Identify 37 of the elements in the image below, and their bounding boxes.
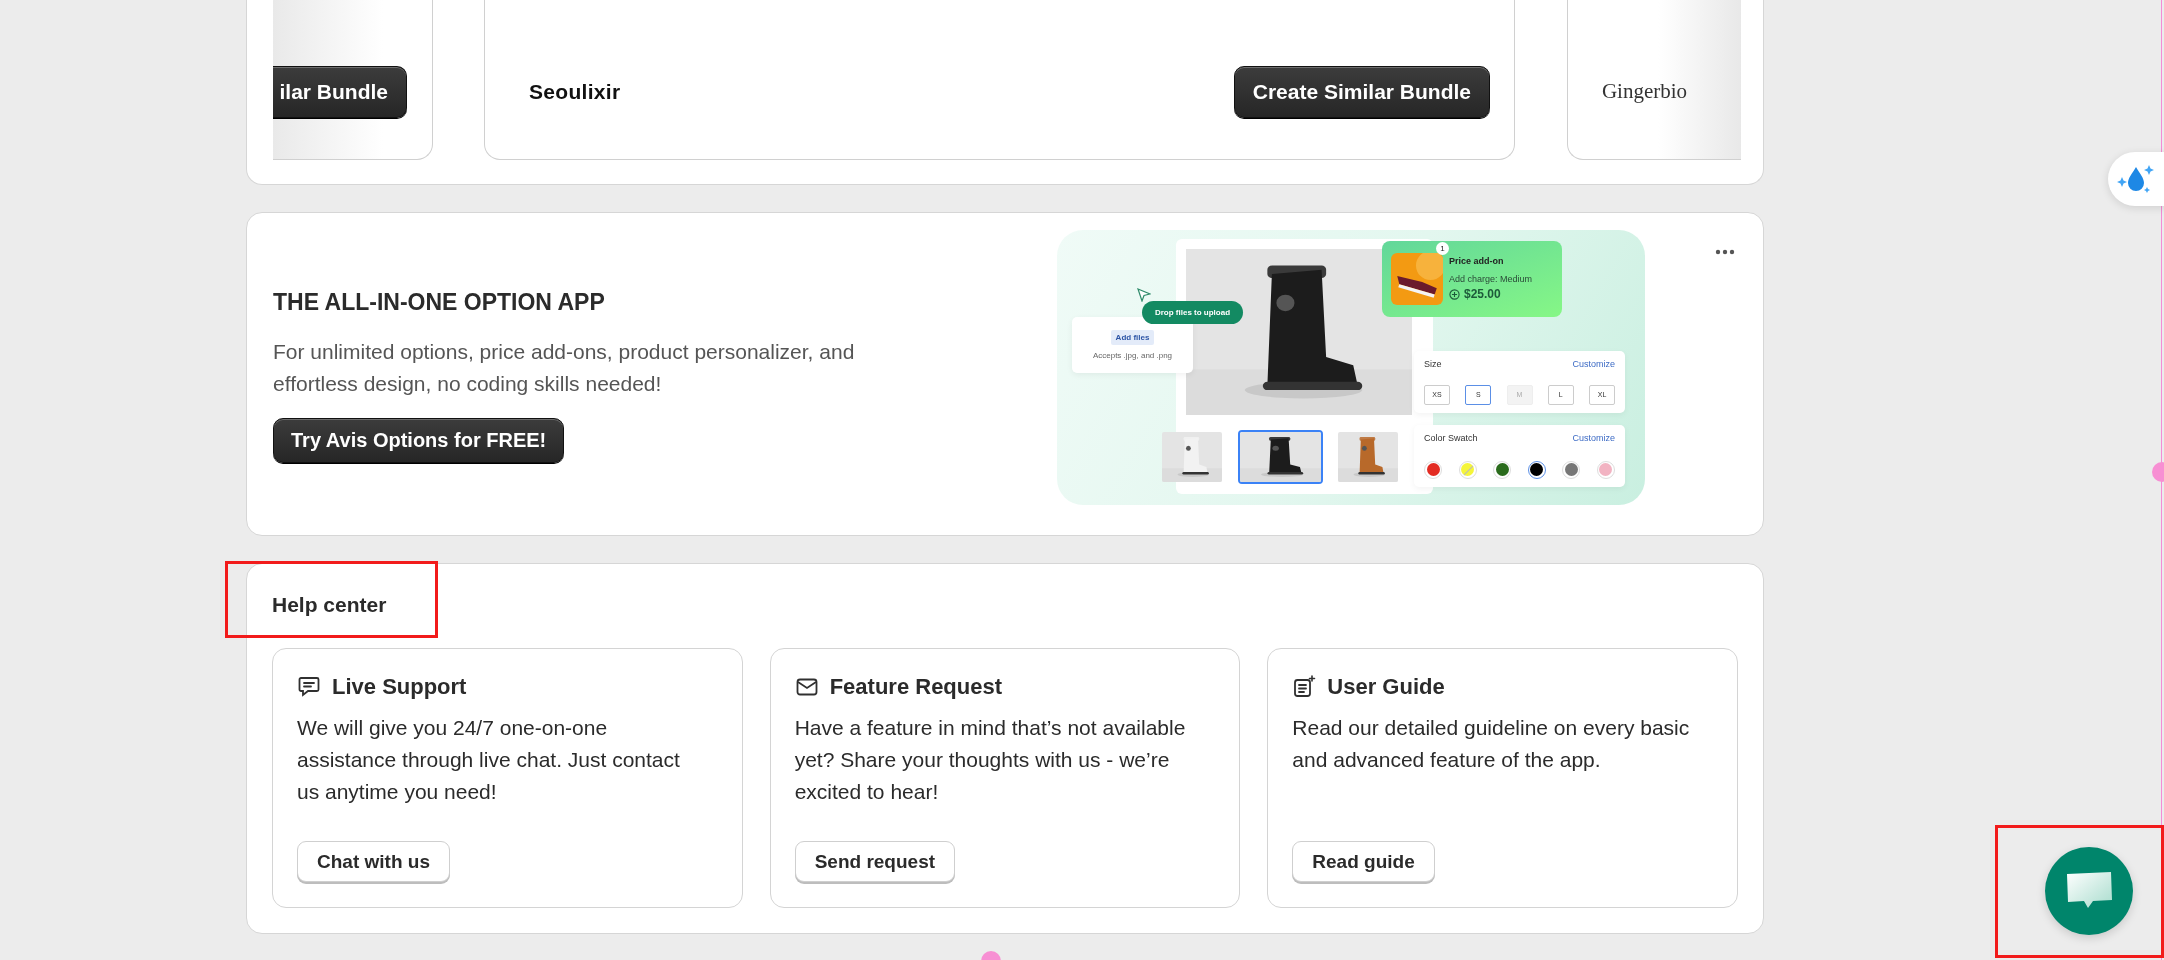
brand-logo: Gingerbio (1601, 79, 1688, 104)
promo-title: THE ALL-IN-ONE OPTION APP (273, 289, 605, 316)
customize-link[interactable]: Customize (1572, 432, 1615, 443)
create-bundle-button[interactable]: Create Similar Bundle (1233, 65, 1490, 118)
addon-detail: Add charge: Medium (1449, 274, 1533, 284)
more-icon (1715, 249, 1735, 255)
addon-price: $25.00 (1464, 287, 1501, 301)
customize-link[interactable]: Customize (1572, 358, 1615, 369)
card-button[interactable]: Chat with us (297, 841, 450, 882)
document-icon (1292, 675, 1317, 699)
droplet-icon (2116, 163, 2156, 195)
option-title: Color Swatch (1424, 432, 1478, 443)
card-button[interactable]: Read guide (1292, 841, 1435, 882)
count-badge: 1 (1436, 241, 1449, 255)
card-button[interactable]: Send request (794, 841, 956, 882)
addon-title: Price add-on (1449, 256, 1505, 266)
card-title: Feature Request (829, 674, 1003, 700)
card-description: Have a feature in mind that’s not available yet? Share your thoughts with us - we’re excited to hear! (794, 715, 1187, 805)
create-bundle-button[interactable]: ilar Bundle (273, 65, 407, 118)
chat-bubble-icon (297, 675, 321, 699)
chat-button[interactable] (2045, 847, 2133, 935)
section-title: Help center (272, 593, 388, 617)
card-title: User Guide (1327, 674, 1445, 700)
thumbnail[interactable] (1160, 429, 1224, 484)
try-button[interactable]: Try Avis Options for FREE! (273, 418, 565, 463)
option-title: Size (1424, 358, 1442, 369)
promo-description: For unlimited options, price add-ons, product personalizer, and effortless design, no coding skills needed! (273, 339, 856, 397)
cursor-icon (1137, 287, 1151, 302)
add-files-button[interactable]: Add files (1110, 329, 1155, 345)
brand-logo: Seoulixir (529, 79, 621, 104)
card-description: We will give you 24/7 one-on-one assistance through live chat. Just contact us anytime you need! (297, 715, 681, 805)
thumbnail[interactable] (1336, 429, 1400, 484)
drop-widget[interactable] (2108, 152, 2164, 206)
card-title: Live Support (332, 674, 467, 700)
plus-icon (1449, 288, 1460, 300)
upload-hint: Accepts .jpg, and .png (1092, 350, 1173, 360)
card-description: Read our detailed guideline on every basic and advanced feature of the app. (1292, 715, 1691, 773)
